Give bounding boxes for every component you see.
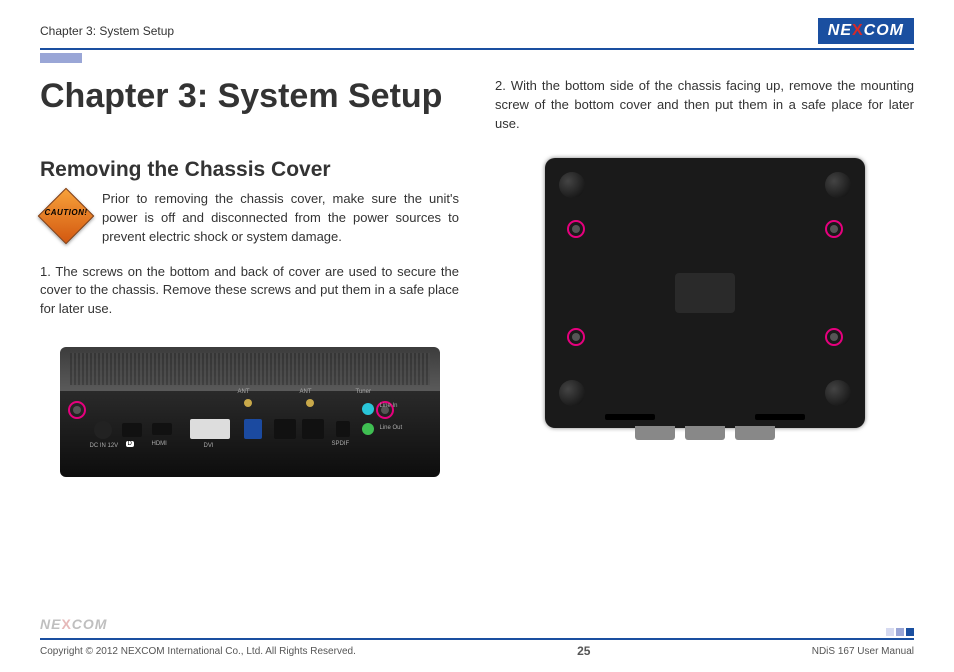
screw-marker-icon [825,220,843,238]
ethernet-port-icon [302,419,324,439]
figure-rear-chassis: DC IN 12V D HDMI DVI ANT ANT [40,333,459,477]
rubber-foot-icon [825,172,851,198]
device-rear-illustration: DC IN 12V D HDMI DVI ANT ANT [60,347,440,477]
port-label: SPDIF [332,441,350,447]
screw-marker-icon [825,328,843,346]
screw-marker-icon [567,328,585,346]
brand-suffix: COM [864,22,904,39]
port-label: D [126,441,134,447]
usb-port-icon [244,419,262,439]
brand-x: X [852,22,864,39]
brand-suffix: COM [72,616,108,632]
device-bottom-illustration [545,158,865,428]
antenna-port-icon [244,399,252,407]
line-out-jack-icon [362,423,374,435]
rear-connectors-icon [615,426,795,442]
brand-prefix: NE [40,616,61,632]
caution-badge-label: CAUTION! [40,208,92,217]
document-title: NDiS 167 User Manual [812,646,914,657]
port-label: HDMI [152,441,167,447]
footer-accent-icon [886,628,914,636]
dc-in-port-icon [94,421,112,439]
section-title: Removing the Chassis Cover [40,158,459,182]
port-label: DC IN 12V [90,443,119,449]
left-column: Chapter 3: System Setup Removing the Cha… [40,77,459,477]
port-label: Line Out [380,425,403,431]
step-2-text: 2. With the bottom side of the chassis f… [495,77,914,134]
screw-marker-icon [567,220,585,238]
step-1-text: 1. The screws on the bottom and back of … [40,263,459,320]
displayport-icon [122,423,142,437]
right-column: 2. With the bottom side of the chassis f… [495,77,914,477]
dvi-port-icon [190,419,230,439]
page-number: 25 [577,644,590,658]
header-accent-bar [40,53,82,63]
vent-slot-icon [605,414,655,420]
product-label-icon [675,273,735,313]
hdmi-port-icon [152,423,172,435]
antenna-port-icon [306,399,314,407]
port-label: DVI [204,443,214,449]
page-footer: NEXCOM Copyright © 2012 NEXCOM Internati… [40,638,914,658]
ethernet-port-icon [274,419,296,439]
rubber-foot-icon [559,172,585,198]
figure-bottom-chassis [495,148,914,428]
rubber-foot-icon [559,380,585,406]
copyright-text: Copyright © 2012 NEXCOM International Co… [40,646,356,657]
brand-x: X [61,616,71,632]
caution-icon: CAUTION! [40,190,92,242]
chapter-title: Chapter 3: System Setup [40,77,459,116]
spdif-port-icon [336,421,350,437]
brand-prefix: NE [828,22,852,39]
rubber-foot-icon [825,380,851,406]
brand-logo: NEXCOM [818,18,914,44]
port-label: Line In [380,403,398,409]
port-label: Tuner [356,389,371,395]
caution-text: Prior to removing the chassis cover, mak… [102,190,459,247]
caution-block: CAUTION! Prior to removing the chassis c… [40,190,459,247]
footer-brand-logo: NEXCOM [40,616,107,632]
screw-marker-icon [68,401,86,419]
line-in-jack-icon [362,403,374,415]
breadcrumb: Chapter 3: System Setup [40,24,174,38]
port-label: ANT [300,389,312,395]
header-bar: Chapter 3: System Setup NEXCOM [40,18,914,50]
port-label: ANT [238,389,250,395]
vent-slot-icon [755,414,805,420]
